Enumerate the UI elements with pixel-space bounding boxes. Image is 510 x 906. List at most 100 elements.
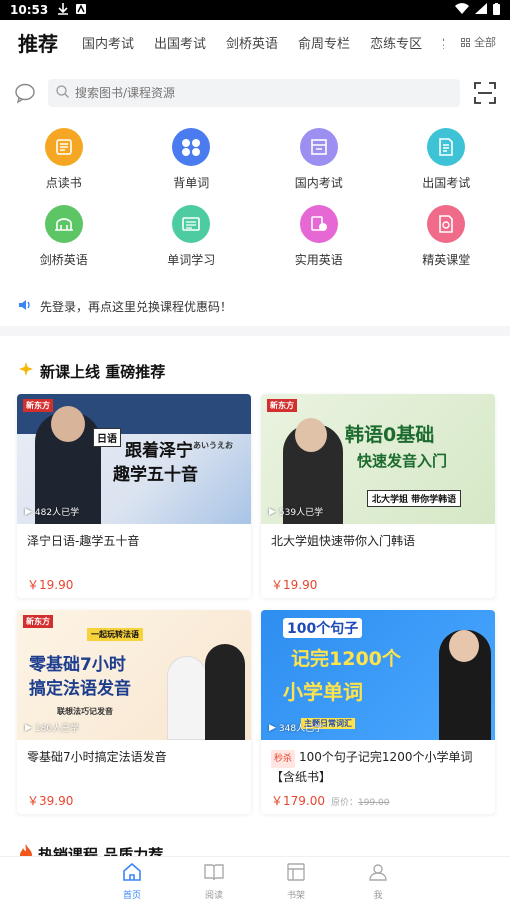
cover-line1: 跟着泽宁 <box>125 441 193 461</box>
quick-nav-item[interactable]: 出国考试 <box>383 128 510 191</box>
nav-home[interactable]: 首页 <box>91 857 173 906</box>
quick-nav-item[interactable]: 点读书 <box>0 128 128 191</box>
quick-nav-item[interactable]: 背单词 <box>128 128 256 191</box>
quick-nav-label: 出国考试 <box>422 176 471 190</box>
coupon-notice[interactable]: 先登录，再点这里兑换课程优惠码！ <box>0 290 510 322</box>
all-categories-button[interactable]: 全部 <box>453 34 496 50</box>
tab-yuzhou-column[interactable]: 俞周专栏 <box>288 33 360 52</box>
learned-text: 180人已学 <box>34 724 80 734</box>
course-cover: 新东方 韩语0基础 快速发音入门 北大学姐 带你学韩语 ▶ 539人已学 <box>261 394 495 524</box>
cover-tag: 日语 <box>93 428 121 447</box>
course-price-row: ￥19.90 <box>261 576 495 593</box>
learned-count: ▶ 539人已学 <box>269 505 324 519</box>
course-price-row: ￥39.90 <box>17 792 251 809</box>
cover-line2: 快速发音入门 <box>357 452 448 470</box>
play-icon: ▶ <box>269 506 276 517</box>
app-notification-icon <box>76 3 87 17</box>
signal-icon <box>475 3 487 17</box>
learned-count: ▶ 180人已学 <box>25 721 80 735</box>
quick-nav-label: 点读书 <box>45 176 82 190</box>
bottom-nav: 首页 阅读 书架 我 <box>0 856 510 906</box>
nav-label: 我 <box>373 890 383 901</box>
home-icon <box>122 862 142 884</box>
learned-text: 539人已学 <box>278 508 324 518</box>
category-tabs: 国内考试 出国考试 剑桥英语 俞周专栏 恋练专区 实用英语 <box>72 33 444 52</box>
course-price: ￥19.90 <box>271 578 318 592</box>
course-card[interactable]: 新东方 韩语0基础 快速发音入门 北大学姐 带你学韩语 ▶ 539人已学 北大学… <box>261 394 495 598</box>
tab-lianlian-zone[interactable]: 恋练专区 <box>360 33 432 52</box>
course-title-text: 100个句子记完1200个小学单词【含纸书】 <box>271 750 473 784</box>
grid-icon <box>461 37 470 47</box>
cover-line2: 趣学五十音 <box>113 465 198 485</box>
section-divider <box>0 326 510 336</box>
download-icon <box>58 2 69 18</box>
tab-abroad-exam[interactable]: 出国考试 <box>144 33 216 52</box>
course-title: 秒杀 100个句子记完1200个小学单词【含纸书】 <box>261 740 495 784</box>
search-box[interactable] <box>48 79 460 107</box>
cover-line1: 零基础7小时 <box>29 655 126 675</box>
presenter-image-2 <box>205 644 245 740</box>
wifi-icon <box>455 3 469 17</box>
presenter-image <box>167 656 207 740</box>
sparkle-icon <box>18 361 34 381</box>
nav-label: 首页 <box>122 890 141 901</box>
message-icon[interactable] <box>14 82 36 104</box>
course-price-row: ￥19.90 <box>17 576 251 593</box>
play-icon: ▶ <box>25 722 32 733</box>
brand-logo: 新东方 <box>23 615 53 628</box>
quick-nav-item[interactable]: 单词学习 <box>128 205 256 268</box>
cover-tag: 一起玩转法语 <box>87 628 143 641</box>
battery-icon <box>493 2 500 18</box>
quick-nav-label: 背单词 <box>173 176 210 190</box>
nav-me[interactable]: 我 <box>337 857 419 906</box>
search-icon <box>56 85 69 101</box>
tab-domestic-exam[interactable]: 国内考试 <box>72 33 144 52</box>
course-card[interactable]: 新东方 一起玩转法语 零基础7小时 搞定法语发音 联想法巧记发音 ▶ 180人已… <box>17 610 251 814</box>
course-grid: 新东方 日语 あいうえお 跟着泽宁 趣学五十音 ▶ 482人已学 泽宁日语-趣学… <box>0 394 510 814</box>
nav-label: 书架 <box>286 890 305 901</box>
original-price-label: 原价： <box>331 798 359 808</box>
all-categories-label: 全部 <box>474 36 496 49</box>
quick-nav-item[interactable]: 剑桥英语 <box>0 205 128 268</box>
course-price-row: ￥179.00 原价：199.00 <box>261 792 495 809</box>
cover-sub: 北大学姐 带你学韩语 <box>367 490 462 507</box>
cover-line2: 搞定法语发音 <box>29 679 131 699</box>
user-icon <box>368 863 388 884</box>
learned-text: 348人已学 <box>278 724 324 734</box>
course-title: 泽宁日语-趣学五十音 <box>27 534 140 548</box>
tab-cambridge[interactable]: 剑桥英语 <box>216 33 288 52</box>
bookshelf-icon <box>286 862 306 884</box>
play-icon: ▶ <box>269 722 276 733</box>
page-title[interactable]: 推荐 <box>18 28 58 57</box>
bridge-icon <box>44 205 83 243</box>
nav-read[interactable]: 阅读 <box>173 857 255 906</box>
cover-sub: 联想法巧记发音 <box>57 707 113 716</box>
learned-count: ▶ 348人已学 <box>269 721 324 735</box>
cover-line1: 100个句子 <box>283 618 363 638</box>
quick-nav-item[interactable]: 实用英语 <box>255 205 383 268</box>
nav-bookshelf[interactable]: 书架 <box>255 857 337 906</box>
quick-nav-label: 实用英语 <box>294 253 343 267</box>
status-bar: 10:53 <box>0 0 510 20</box>
quick-nav-label: 剑桥英语 <box>39 253 88 267</box>
scan-icon[interactable] <box>474 82 496 104</box>
open-book-icon <box>204 863 224 884</box>
learned-text: 482人已学 <box>34 508 80 518</box>
status-time: 10:53 <box>10 3 49 17</box>
course-price: ￥179.00 <box>271 794 325 808</box>
presenter-face <box>449 630 479 662</box>
search-input[interactable] <box>75 86 375 100</box>
presenter-face <box>295 418 327 452</box>
tab-practical-english[interactable]: 实用英语 <box>432 33 444 52</box>
quick-nav-item[interactable]: 国内考试 <box>255 128 383 191</box>
cover-line2: 记完1200个 <box>291 648 401 670</box>
nav-label: 阅读 <box>204 890 223 901</box>
brand-logo: 新东方 <box>267 399 297 412</box>
word-card-icon <box>172 205 211 243</box>
section-title: 新课上线 重磅推荐 <box>40 362 166 381</box>
course-card[interactable]: 新东方 日语 あいうえお 跟着泽宁 趣学五十音 ▶ 482人已学 泽宁日语-趣学… <box>17 394 251 598</box>
course-card[interactable]: 100个句子 记完1200个 小学单词 主题日常词汇 ▶ 348人已学 秒杀 10… <box>261 610 495 814</box>
quick-nav-item[interactable]: 精英课堂 <box>383 205 510 268</box>
quick-nav-grid: 点读书 背单词 国内考试 出国考试 剑桥英语 单词学习 实用英语 精英课堂 <box>0 116 510 268</box>
speaker-icon <box>18 299 32 314</box>
